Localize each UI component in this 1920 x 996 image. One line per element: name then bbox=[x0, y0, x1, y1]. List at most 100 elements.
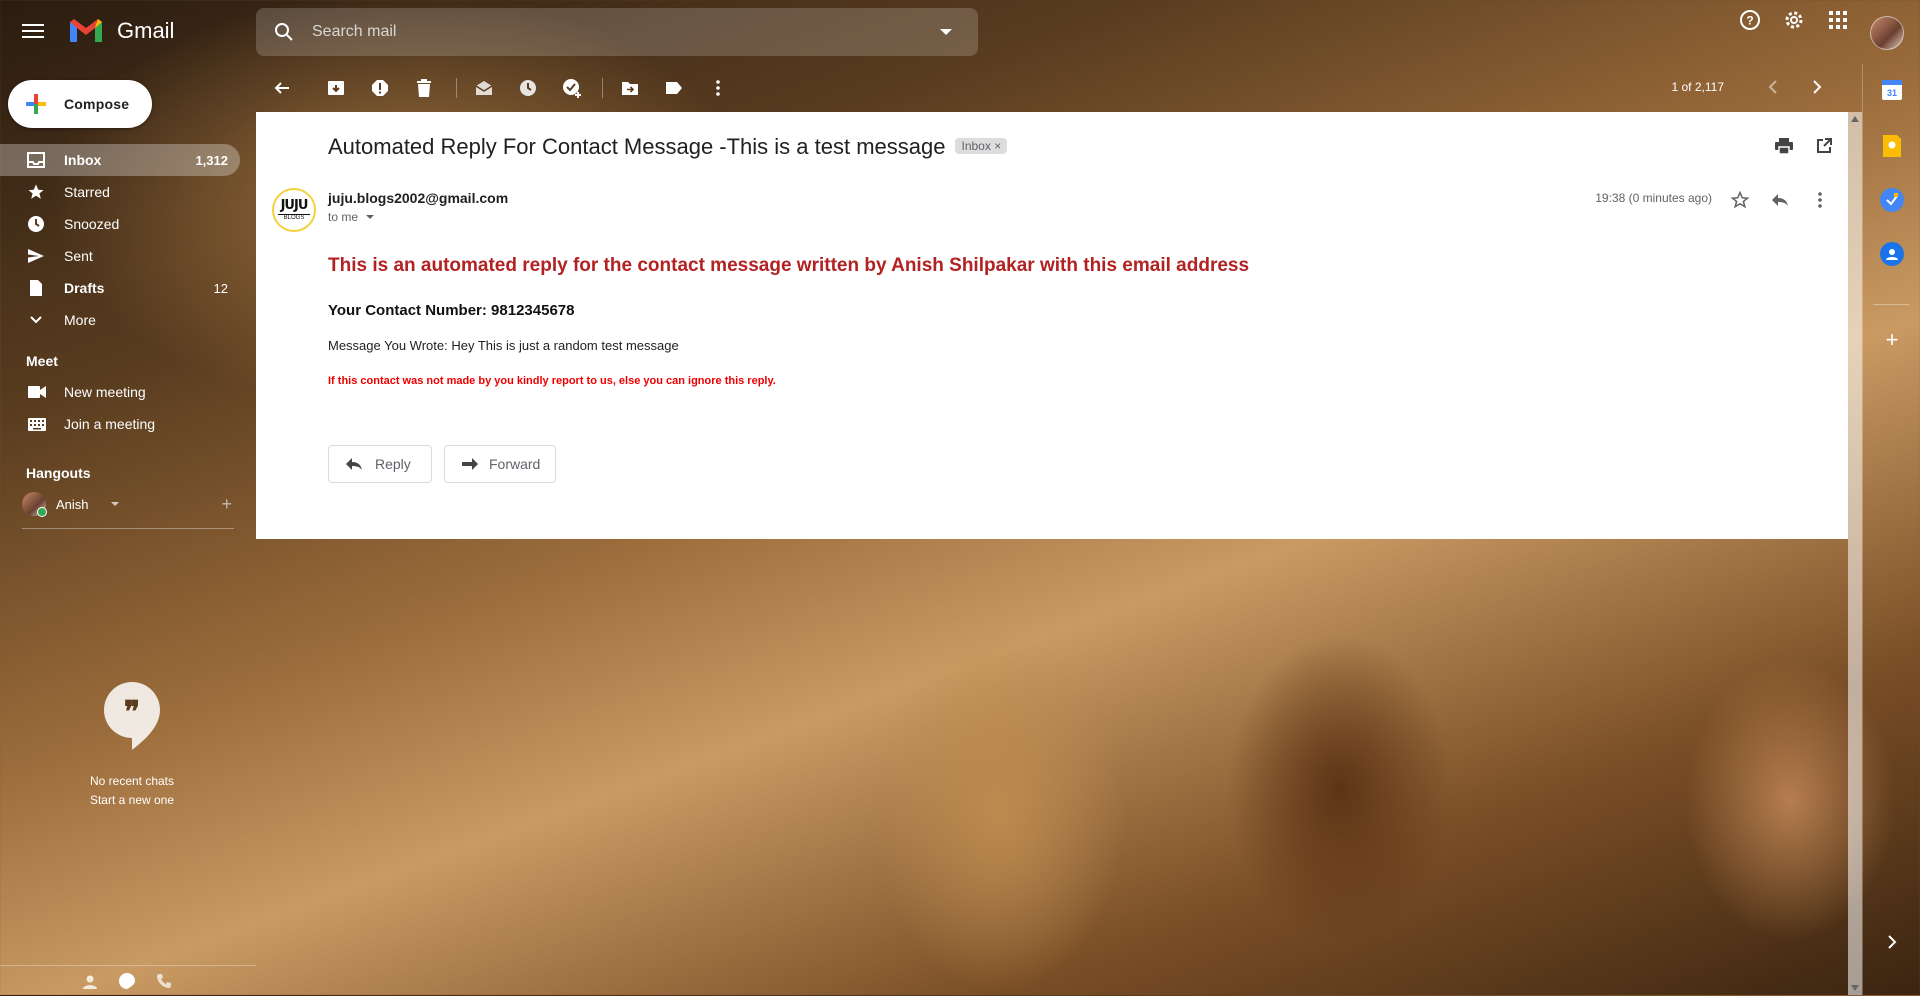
sidebar-item-snoozed[interactable]: Snoozed bbox=[0, 208, 240, 240]
sidebar-nav: Inbox 1,312 Starred Snoozed Sent Drafts … bbox=[0, 144, 240, 336]
sidebar-item-sent[interactable]: Sent bbox=[0, 240, 240, 272]
toolbar-divider bbox=[456, 78, 457, 98]
compose-button[interactable]: Compose bbox=[8, 80, 152, 128]
reply-arrow-icon[interactable] bbox=[1768, 188, 1792, 212]
star-icon bbox=[26, 182, 46, 202]
expand-panel-chevron-icon[interactable] bbox=[1880, 930, 1904, 954]
hangouts-quote-bubble-icon: ❞ bbox=[104, 682, 160, 750]
phone-icon[interactable] bbox=[156, 973, 172, 994]
message-toolbar: 1 of 2,117 bbox=[256, 70, 1850, 106]
snooze-clock-icon[interactable] bbox=[516, 76, 540, 100]
new-meeting-label: New meeting bbox=[64, 384, 146, 400]
sidebar-item-label: Starred bbox=[64, 184, 110, 200]
search-options-icon[interactable] bbox=[940, 29, 952, 35]
sidebar-item-inbox[interactable]: Inbox 1,312 bbox=[0, 144, 240, 176]
sidebar-item-label: Drafts bbox=[64, 280, 105, 296]
remove-label-icon[interactable]: × bbox=[994, 139, 1001, 153]
forward-button[interactable]: Forward bbox=[444, 445, 556, 483]
start-new-chat-link[interactable]: Start a new one bbox=[60, 793, 204, 807]
video-camera-icon bbox=[28, 386, 46, 398]
delete-trash-icon[interactable] bbox=[412, 76, 436, 100]
main-menu-icon[interactable] bbox=[22, 20, 44, 38]
sidebar-item-starred[interactable]: Starred bbox=[0, 176, 240, 208]
search-icon[interactable] bbox=[274, 22, 294, 42]
reply-button[interactable]: Reply bbox=[328, 445, 432, 483]
hangouts-avatar bbox=[22, 492, 47, 517]
account-avatar[interactable] bbox=[1870, 16, 1904, 50]
move-to-folder-icon[interactable] bbox=[618, 76, 642, 100]
side-panel: 31 + bbox=[1862, 64, 1920, 995]
chat-bubble-icon[interactable] bbox=[118, 972, 136, 995]
sidebar-item-drafts[interactable]: Drafts 12 bbox=[0, 272, 240, 304]
scrollbar[interactable] bbox=[1848, 112, 1862, 995]
email-warning-text: If this contact was not made by you kind… bbox=[328, 375, 776, 387]
hangouts-bottom-tabs bbox=[0, 965, 256, 996]
message-more-options-icon[interactable] bbox=[1808, 188, 1832, 212]
email-timestamp: 19:38 (0 minutes ago) bbox=[1595, 191, 1712, 205]
tasks-icon[interactable] bbox=[1880, 188, 1904, 212]
email-view: Automated Reply For Contact Message -Thi… bbox=[256, 112, 1848, 539]
print-icon[interactable] bbox=[1772, 134, 1796, 158]
sender-avatar[interactable]: JUJU BLOGS bbox=[272, 188, 316, 232]
scroll-up-icon[interactable] bbox=[1851, 116, 1859, 122]
email-message-text: Message You Wrote: Hey This is just a ra… bbox=[328, 338, 679, 353]
svg-text:?: ? bbox=[1746, 14, 1753, 28]
back-arrow-icon[interactable] bbox=[270, 76, 294, 100]
keep-notes-icon[interactable] bbox=[1880, 134, 1904, 158]
sidebar-item-more[interactable]: More bbox=[0, 304, 240, 336]
apps-grid-icon[interactable] bbox=[1818, 0, 1858, 40]
add-chat-plus-icon[interactable]: + bbox=[221, 494, 232, 515]
sender-email[interactable]: juju.blogs2002@gmail.com bbox=[328, 190, 508, 206]
add-to-tasks-icon[interactable] bbox=[560, 76, 584, 100]
archive-icon[interactable] bbox=[324, 76, 348, 100]
keyboard-icon bbox=[28, 417, 46, 431]
online-status-dot bbox=[37, 507, 47, 517]
status-dropdown-icon[interactable] bbox=[110, 502, 119, 506]
contacts-icon[interactable] bbox=[1880, 242, 1904, 266]
sidebar-item-label: Snoozed bbox=[64, 216, 120, 232]
scroll-down-icon[interactable] bbox=[1851, 985, 1859, 991]
search-bar[interactable]: Search mail bbox=[256, 8, 978, 56]
reply-button-label: Reply bbox=[375, 456, 411, 472]
join-meeting-item[interactable]: Join a meeting bbox=[0, 408, 240, 440]
label-tag-icon[interactable] bbox=[662, 76, 686, 100]
open-in-new-window-icon[interactable] bbox=[1812, 134, 1836, 158]
app-name: Gmail bbox=[117, 18, 175, 43]
svg-text:31: 31 bbox=[1887, 88, 1897, 98]
inbox-chip-label: Inbox bbox=[961, 139, 991, 153]
join-meeting-label: Join a meeting bbox=[64, 416, 156, 432]
hangouts-user-row[interactable]: Anish + bbox=[22, 490, 232, 518]
draft-file-icon bbox=[26, 278, 46, 298]
clock-icon bbox=[26, 214, 46, 234]
chevron-right-icon[interactable] bbox=[1812, 80, 1822, 97]
compose-label: Compose bbox=[64, 96, 130, 112]
help-icon[interactable]: ? bbox=[1730, 0, 1770, 40]
recipient-dropdown-icon[interactable] bbox=[366, 215, 375, 219]
send-icon bbox=[26, 246, 46, 266]
email-subject: Automated Reply For Contact Message -Thi… bbox=[328, 134, 1008, 160]
divider bbox=[22, 528, 234, 529]
settings-gear-icon[interactable] bbox=[1774, 0, 1814, 40]
star-outline-icon[interactable] bbox=[1728, 188, 1752, 212]
new-meeting-item[interactable]: New meeting bbox=[0, 376, 240, 408]
gmail-logo-icon[interactable] bbox=[68, 16, 104, 44]
svg-text:❞: ❞ bbox=[124, 695, 140, 730]
calendar-icon[interactable]: 31 bbox=[1882, 80, 1902, 100]
forward-button-label: Forward bbox=[489, 456, 541, 472]
inbox-label-chip[interactable]: Inbox × bbox=[955, 138, 1008, 154]
more-options-icon[interactable] bbox=[706, 76, 730, 100]
contacts-person-icon[interactable] bbox=[82, 974, 98, 995]
report-spam-icon[interactable] bbox=[368, 76, 392, 100]
hangouts-section-title: Hangouts bbox=[26, 465, 91, 481]
avatar-logo-text: JUJU bbox=[280, 198, 309, 213]
compose-plus-icon bbox=[26, 94, 46, 114]
avatar-logo-subtext: BLOGS bbox=[278, 214, 310, 221]
sidebar-item-label: Inbox bbox=[64, 152, 102, 168]
drafts-count: 12 bbox=[213, 280, 228, 296]
recipient-details[interactable]: to me bbox=[328, 210, 375, 224]
toolbar-divider bbox=[602, 78, 603, 98]
chevron-left-icon[interactable] bbox=[1768, 80, 1778, 97]
search-input[interactable]: Search mail bbox=[312, 23, 396, 41]
get-addons-plus-icon[interactable]: + bbox=[1880, 327, 1904, 352]
mark-unread-icon[interactable] bbox=[472, 76, 496, 100]
